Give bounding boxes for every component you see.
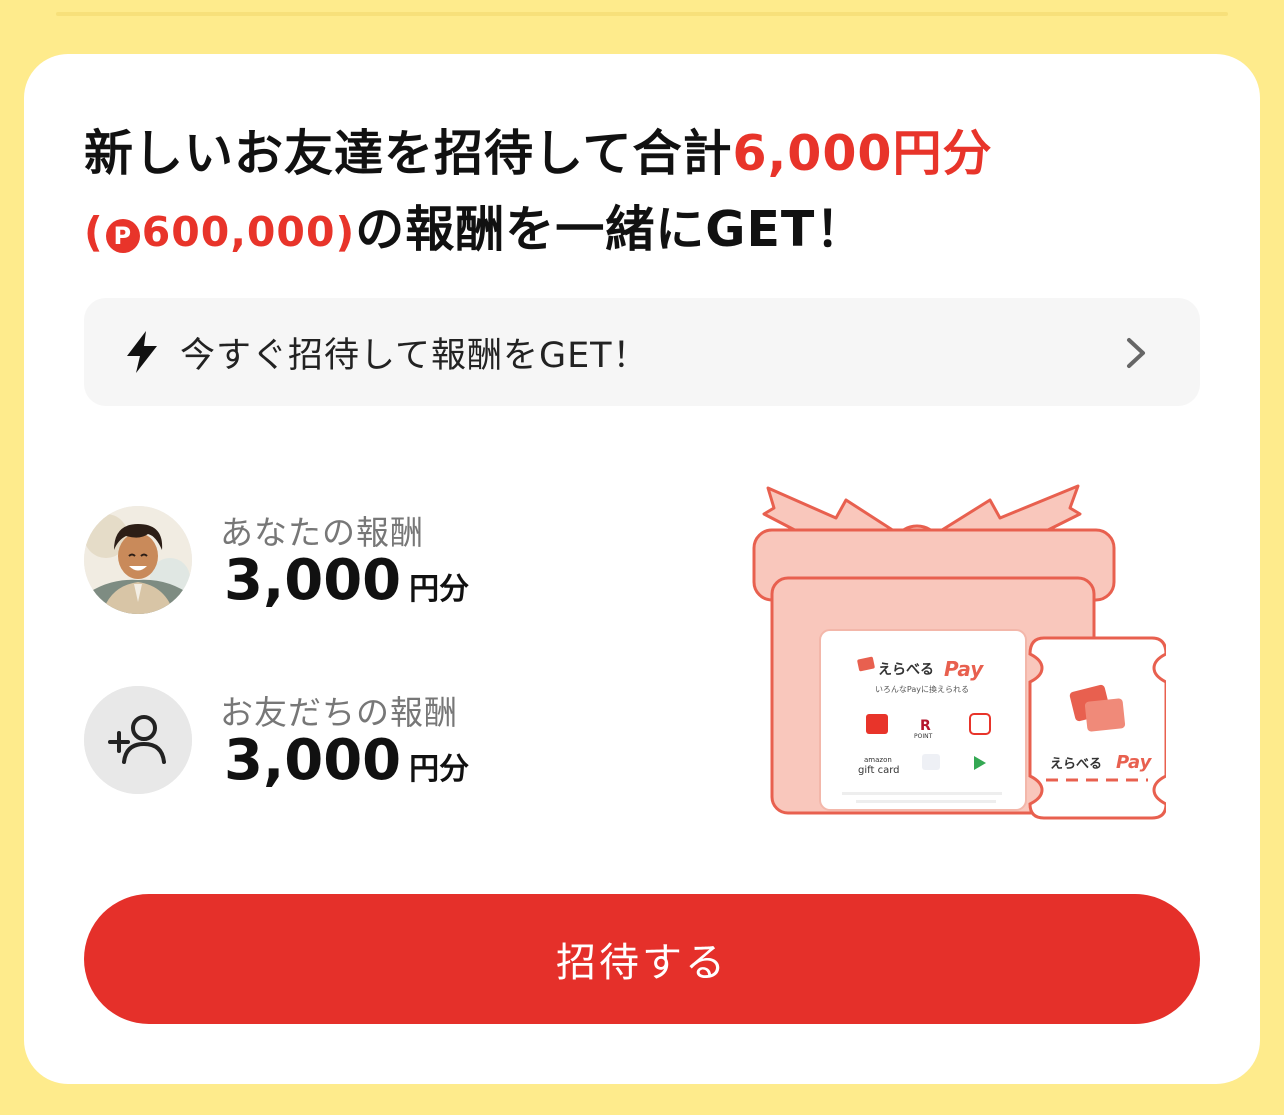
- add-user-icon: [84, 686, 192, 794]
- user-avatar: [84, 506, 192, 614]
- friend-reward-value: 3,000 円分: [224, 728, 469, 793]
- card-logo-giftcard: gift card: [858, 765, 899, 776]
- card-pay: Pay: [944, 657, 984, 681]
- headline-text: 新しいお友達を招待して合計: [84, 125, 733, 182]
- my-reward-unit: 円分: [409, 572, 470, 607]
- lightning-icon: [124, 330, 160, 374]
- friend-reward: お友だちの報酬 3,000 円分: [84, 686, 644, 796]
- my-reward: あなたの報酬 3,000 円分: [84, 506, 644, 616]
- banner-label: 今すぐ招待して報酬をGET！: [180, 335, 649, 376]
- headline-amount: 6,000円分: [732, 125, 993, 182]
- points-open: (: [84, 208, 104, 256]
- gift-box-illustration: えらべる Pay いろんなPayに換えられる R POINT amazon gi…: [752, 484, 1166, 820]
- invite-now-banner[interactable]: 今すぐ招待して報酬をGET！: [84, 298, 1200, 406]
- friend-reward-unit: 円分: [409, 752, 470, 787]
- card-logo-point: POINT: [914, 733, 933, 740]
- card-subtitle: いろんなPayに換えられる: [875, 684, 969, 694]
- svg-text:R: R: [920, 718, 931, 734]
- card-logo-amazon: amazon: [864, 756, 892, 764]
- friend-reward-amount: 3,000: [224, 728, 402, 793]
- my-reward-label: あなたの報酬: [220, 513, 424, 552]
- top-divider: [56, 12, 1228, 16]
- my-reward-amount: 3,000: [224, 548, 402, 613]
- friend-reward-label: お友だちの報酬: [220, 693, 458, 732]
- ticket-brand: えらべる: [1050, 757, 1102, 772]
- ticket-pay: Pay: [1116, 752, 1153, 773]
- invite-headline: 新しいお友達を招待して合計6,000円分 (P 600,000)の報酬を一緒にGE…: [84, 116, 1204, 270]
- points-icon: P: [105, 219, 140, 253]
- chevron-right-icon: [1124, 336, 1148, 370]
- my-reward-value: 3,000 円分: [224, 548, 469, 613]
- invite-button[interactable]: 招待する: [84, 894, 1200, 1024]
- card-brand: えらべる: [878, 662, 934, 678]
- headline-text-2: の報酬を一緒にGET！: [355, 201, 866, 258]
- points-value: 600,000): [141, 208, 356, 256]
- invite-card: 新しいお友達を招待して合計6,000円分 (P 600,000)の報酬を一緒にGE…: [24, 54, 1260, 1084]
